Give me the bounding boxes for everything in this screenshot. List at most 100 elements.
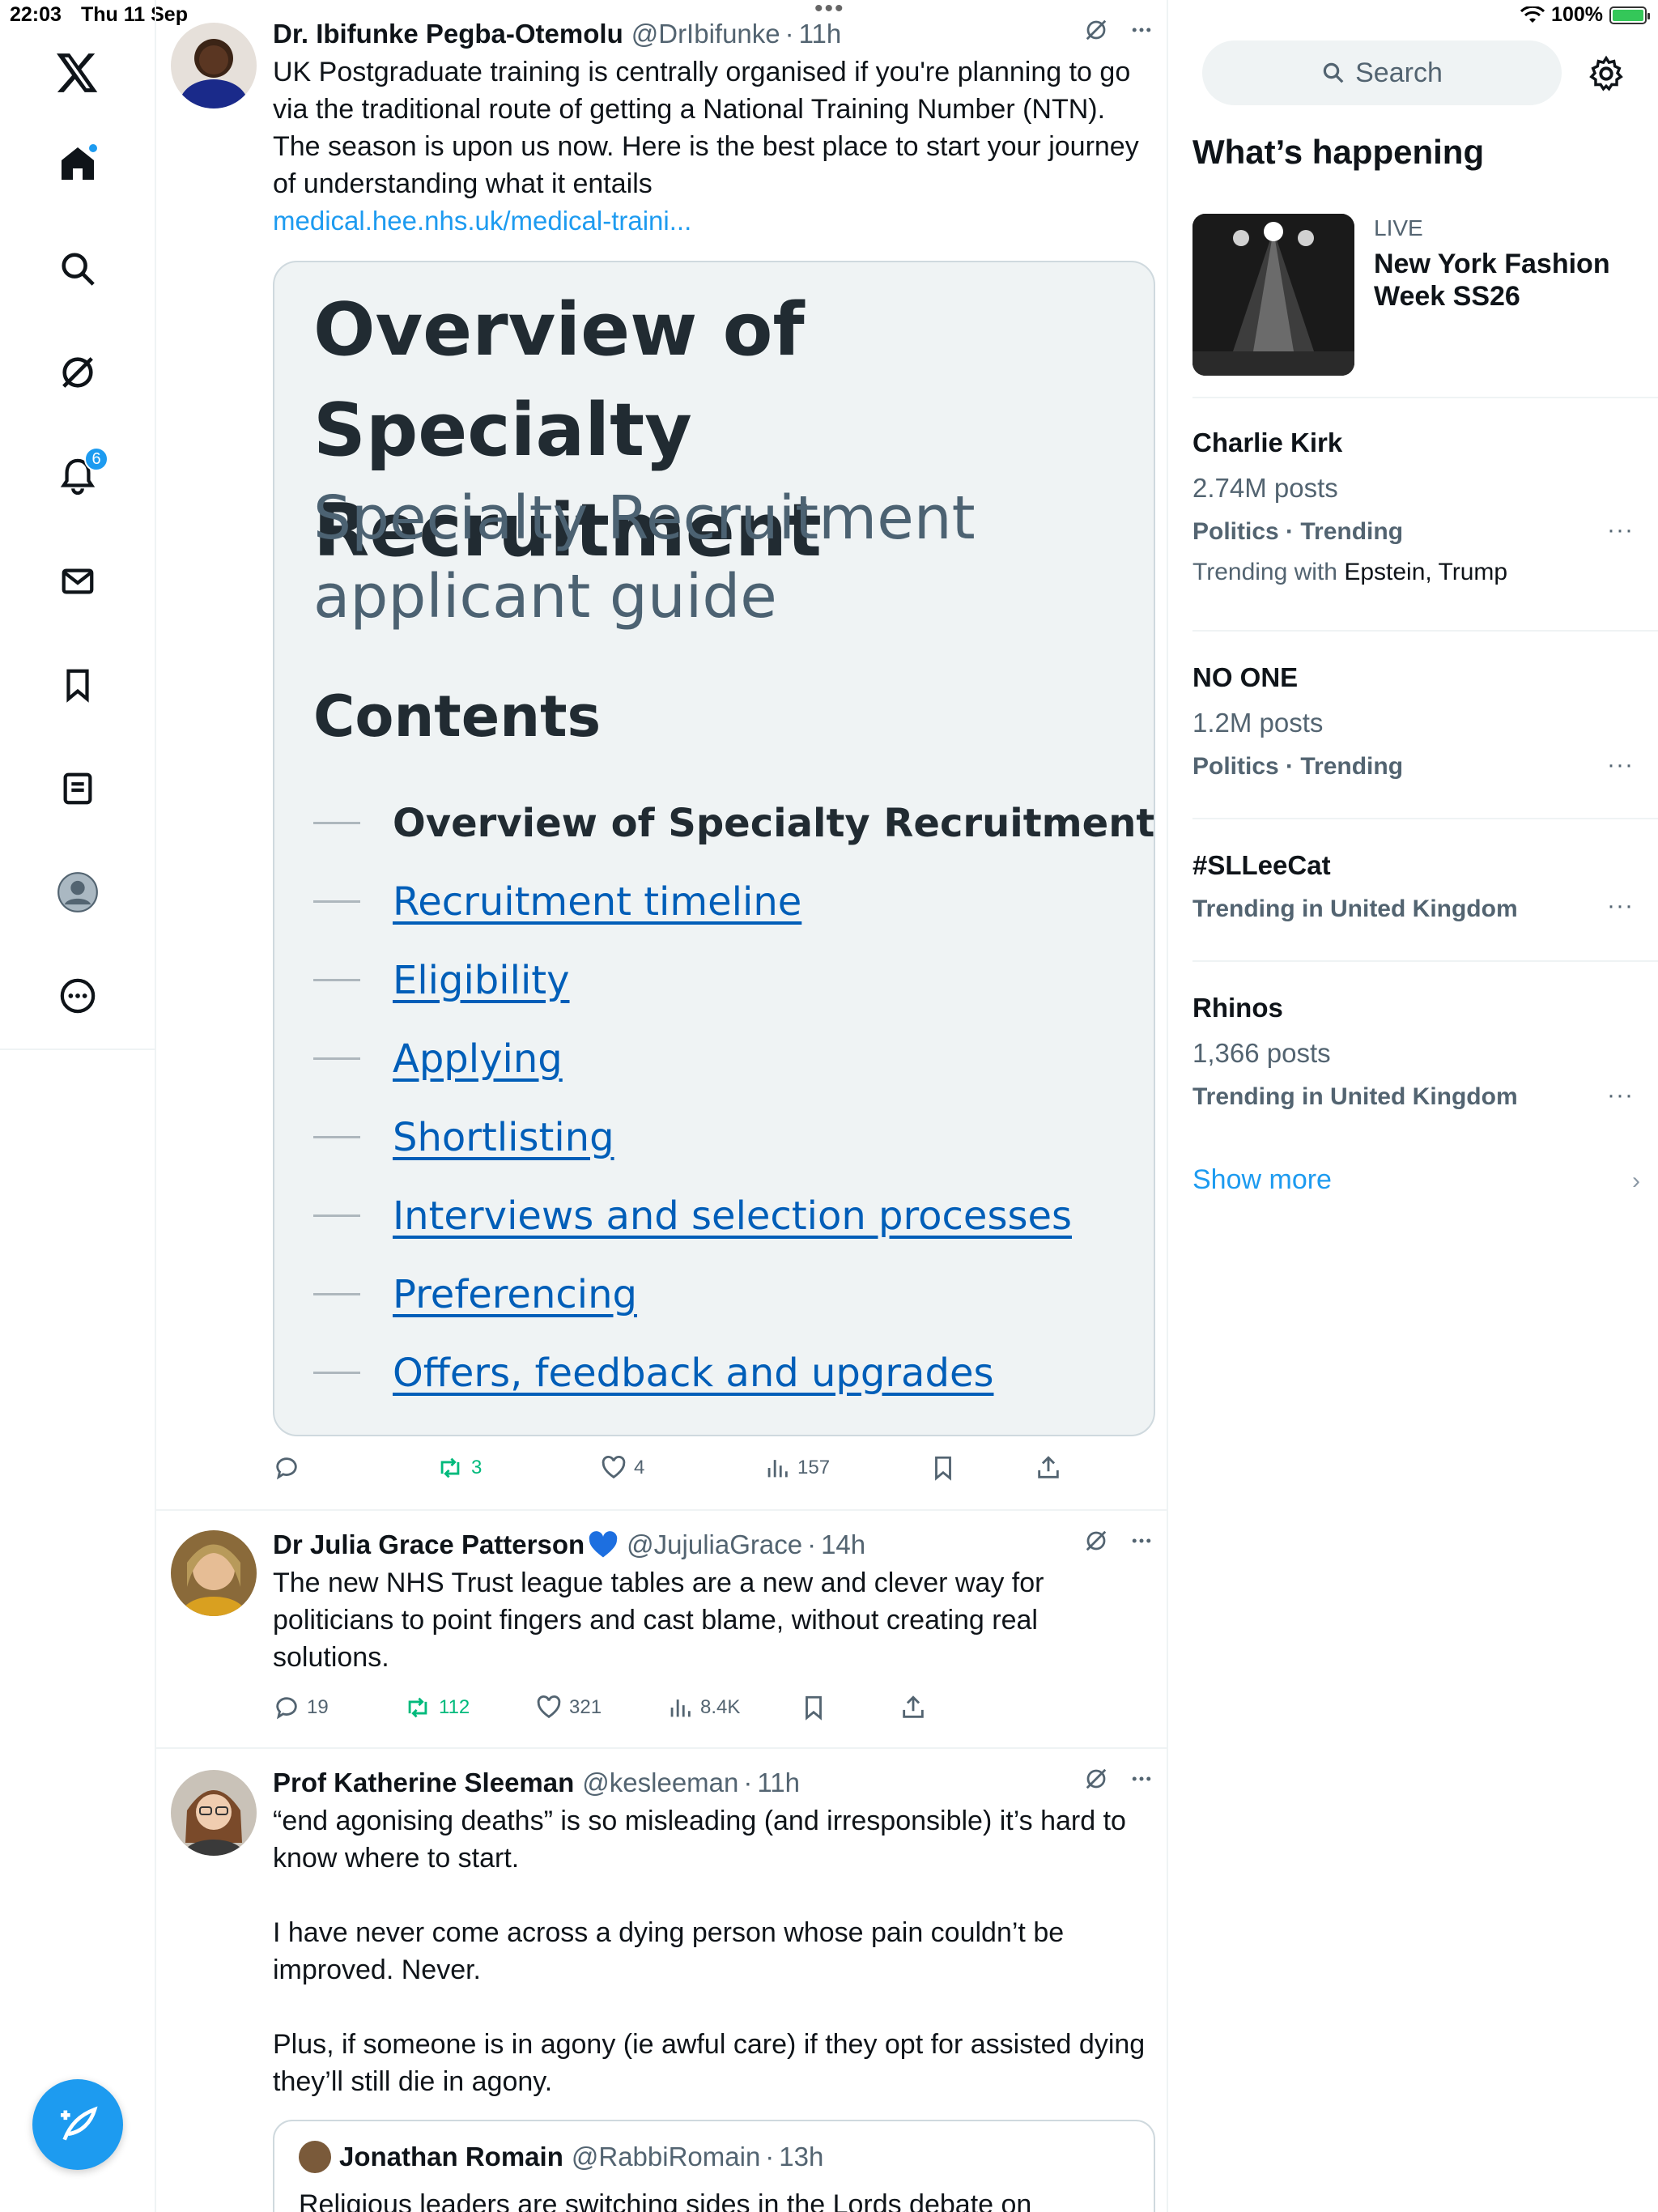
toc-link[interactable]: Recruitment timeline [393,879,801,925]
repost-count: 3 [471,1457,483,1478]
tweet[interactable]: Dr Julia Grace Patterson @JujuliaGrace ·… [156,1511,1167,1749]
left-nav: 6 [0,0,156,2212]
tweet-header: Prof Katherine Sleeman @kesleeman · 11h [273,1767,1154,1799]
chevron-right-icon[interactable]: › [1632,1168,1640,1195]
more-options-icon[interactable] [1129,1529,1154,1553]
like-button[interactable]: 4 [600,1454,644,1482]
toc-item[interactable]: Shortlisting [313,1098,1154,1176]
toc-item[interactable]: Offers, feedback and upgrades [313,1334,1154,1412]
tweet[interactable]: Dr. Ibifunke Pegba-Otemolu @DrIbifunke ·… [156,0,1167,1511]
trend-post-count: 1.2M posts [1192,708,1324,738]
toc-link[interactable]: Shortlisting [393,1115,614,1160]
share-button[interactable] [1035,1454,1062,1482]
sidebar-divider [1192,630,1658,632]
quoted-tweet[interactable]: Jonathan Romain @RabbiRomain · 13h Relig… [273,2120,1155,2212]
trend-more-icon[interactable]: ··· [1607,751,1636,779]
author-handle[interactable]: @kesleeman [582,1767,738,1798]
repost-button[interactable]: 3 [436,1454,482,1482]
author-handle[interactable]: @DrIbifunke [631,19,780,49]
toc-item[interactable]: Interviews and selection processes [313,1176,1154,1255]
trend-category: Politics · Trending [1192,753,1404,780]
card-contents-heading: Contents [313,683,602,750]
home-icon[interactable] [53,139,102,188]
live-event[interactable]: LIVE New York Fashion Week SS26 [1192,214,1658,376]
toc-item[interactable]: Eligibility [313,941,1154,1019]
trend-item[interactable]: #SLLeeCat Trending in United Kingdom ··· [1192,850,1658,928]
sidebar-divider [1192,960,1658,962]
trend-item[interactable]: Charlie Kirk 2.74M posts Politics · Tren… [1192,428,1658,586]
more-options-icon[interactable] [1129,1767,1154,1791]
toc-item[interactable]: Preferencing [313,1255,1154,1334]
toc-link[interactable]: Applying [393,1036,563,1082]
grok-icon[interactable] [1084,1767,1108,1791]
reply-button[interactable] [273,1454,300,1482]
tweet-time[interactable]: 11h [757,1767,800,1798]
show-more-link[interactable]: Show more [1192,1164,1332,1196]
grok-icon[interactable] [1084,1529,1108,1553]
tweet-text-paragraph: Plus, if someone is in agony (ie awful c… [273,2029,1146,2097]
toc-link[interactable]: Interviews and selection processes [393,1193,1072,1239]
notifications-icon[interactable]: 6 [53,447,108,500]
tweet-time[interactable]: 11h [799,19,842,49]
like-button[interactable]: 321 [535,1694,602,1721]
link-card[interactable]: Overview of Specialty Recruitment Specia… [273,261,1155,1436]
live-event-thumbnail [1192,214,1354,376]
search-label: Search [1355,57,1443,88]
tweet-body: Prof Katherine Sleeman @kesleeman · 11h … [273,1767,1154,2100]
live-event-title: New York Fashion Week SS26 [1374,249,1610,312]
author-name[interactable]: Dr. Ibifunke Pegba-Otemolu [273,19,623,49]
repost-button[interactable]: 112 [403,1694,470,1721]
profile-avatar-icon[interactable] [53,868,102,917]
avatar[interactable] [171,1770,257,1856]
toc-item[interactable]: Applying [313,1019,1154,1098]
reply-count: 19 [307,1696,329,1718]
bookmarks-icon[interactable] [53,661,102,709]
views-button[interactable]: 157 [763,1454,830,1482]
author-name[interactable]: Prof Katherine Sleeman [273,1767,574,1798]
trend-more-icon[interactable]: ··· [1607,892,1636,920]
tweet-header: Dr Julia Grace Patterson @JujuliaGrace ·… [273,1529,1154,1561]
toc-link[interactable]: Preferencing [393,1272,637,1317]
bookmark-button[interactable] [800,1694,827,1721]
toc-link[interactable]: Eligibility [393,958,570,1003]
search-icon[interactable] [53,245,102,293]
views-count: 8.4K [700,1696,741,1718]
tweet-time[interactable]: 14h [821,1529,865,1560]
reply-button[interactable]: 19 [273,1694,329,1721]
author-name[interactable]: Dr Julia Grace Patterson [273,1529,585,1560]
more-icon[interactable] [53,972,102,1020]
trend-item[interactable]: Rhinos 1,366 posts Trending in United Ki… [1192,993,1658,1116]
separator-dot: · [784,19,794,49]
trend-item[interactable]: NO ONE 1.2M posts Politics · Trending ··… [1192,662,1658,785]
tweet-text-paragraph: I have never come across a dying person … [273,1917,1065,1985]
bookmark-icon [935,1456,951,1481]
toc-link[interactable]: Offers, feedback and upgrades [393,1351,993,1396]
reply-icon [276,1457,297,1480]
quoted-avatar [299,2141,331,2173]
author-handle[interactable]: @JujuliaGrace [627,1529,802,1560]
trend-more-icon[interactable]: ··· [1607,517,1636,544]
avatar[interactable] [171,1530,257,1616]
share-button[interactable] [899,1694,927,1721]
settings-gear-icon[interactable] [1588,55,1625,92]
views-button[interactable]: 8.4K [666,1694,740,1721]
blue-heart-icon [589,1531,618,1558]
grok-icon[interactable] [53,348,102,397]
trend-more-icon[interactable]: ··· [1607,1082,1636,1109]
lists-icon[interactable] [53,764,102,813]
heart-icon [537,1695,561,1719]
more-options-icon[interactable] [1129,18,1154,42]
messages-icon[interactable] [53,557,102,606]
search-input[interactable]: Search [1202,40,1562,105]
tweet-link[interactable]: medical.hee.nhs.uk/medical-traini... [273,202,1154,240]
tweet-actions [1084,18,1154,42]
toc-item[interactable]: Recruitment timeline [313,862,1154,941]
trend-with-prefix: Trending with [1192,559,1337,585]
analytics-icon [670,1699,691,1717]
grok-icon[interactable] [1084,18,1108,42]
avatar[interactable] [171,23,257,108]
compose-button[interactable] [32,2079,123,2170]
trend-with-terms[interactable]: Epstein, Trump [1344,559,1507,585]
x-logo-icon[interactable] [53,49,102,97]
bookmark-button[interactable] [929,1454,957,1482]
